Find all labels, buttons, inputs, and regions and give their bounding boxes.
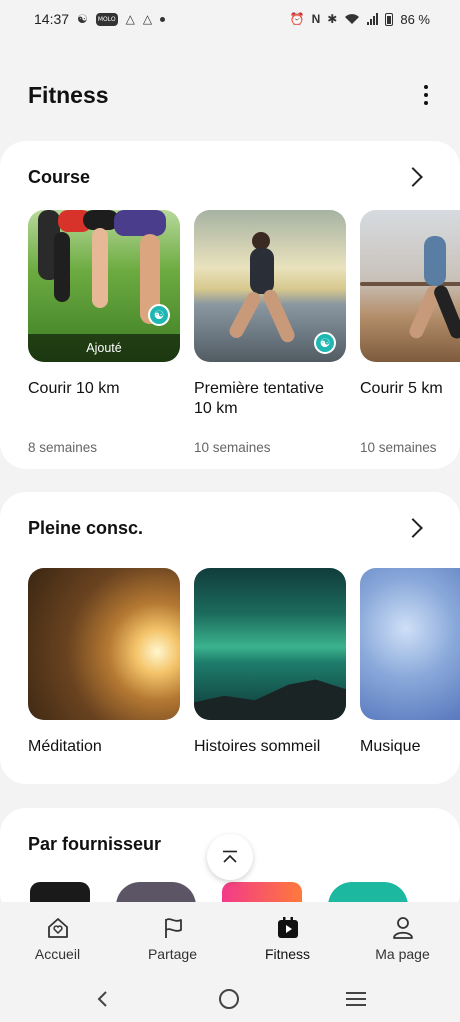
mindfulness-name: Musique	[360, 738, 421, 755]
nav-share[interactable]: Partage	[115, 902, 230, 970]
mindfulness-name: Méditation	[28, 738, 102, 755]
running-thumbnail: Ajouté ☯	[28, 210, 180, 362]
course-tile[interactable]: Ajouté ☯ Courir 10 km 8 semaines	[28, 210, 180, 455]
course-duration: 8 semaines	[28, 440, 98, 455]
samsung-health-badge-icon: ☯	[314, 332, 336, 354]
signal-icon	[367, 13, 379, 25]
mindfulness-tile[interactable]: Histoires sommeil	[194, 568, 346, 757]
drive-icon: △	[142, 12, 153, 26]
system-navigation	[0, 976, 460, 1022]
course-title: Course	[28, 166, 91, 187]
samsung-health-badge-icon: ☯	[148, 304, 170, 326]
status-bar: 14:37 ☯ MOLO △ △ ⏰ N ✱ 86 %	[0, 0, 460, 38]
course-name: Première tentative 10 km	[194, 380, 324, 417]
course-duration: 10 semaines	[360, 440, 437, 455]
sleep-stories-thumbnail	[194, 568, 346, 720]
music-thumbnail	[360, 568, 460, 720]
home-heart-icon	[44, 914, 72, 942]
drive-icon: △	[125, 12, 135, 26]
mindfulness-name: Histoires sommeil	[194, 738, 321, 755]
course-duration: 10 semaines	[194, 440, 271, 455]
nav-fitness[interactable]: Fitness	[230, 902, 345, 970]
scroll-to-top-button[interactable]	[207, 834, 253, 880]
nav-label: Ma page	[375, 946, 430, 962]
nav-label: Partage	[147, 946, 198, 962]
mindfulness-tile[interactable]: Musique	[360, 568, 460, 757]
course-section: Course Ajouté ☯ Courir 10 km 8 semaines	[0, 141, 460, 469]
providers-title: Par fournisseur	[28, 833, 162, 854]
yoga-icon: ☯	[77, 12, 88, 26]
app-pill: MOLO	[95, 12, 118, 26]
status-time: 14:37	[34, 11, 70, 27]
bluetooth-icon: ✱	[327, 12, 338, 26]
battery-level: 86 %	[400, 11, 430, 27]
mindfulness-tile[interactable]: Méditation	[28, 568, 180, 757]
nav-label: Accueil	[34, 946, 81, 962]
nav-home[interactable]: Accueil	[0, 902, 115, 970]
meditation-thumbnail	[28, 568, 180, 720]
course-tile[interactable]: ☯ Première tentative 10 km 10 semaines	[194, 210, 346, 455]
nav-label: Fitness	[264, 946, 311, 962]
notification-dot	[160, 16, 166, 22]
back-icon[interactable]	[93, 989, 113, 1009]
more-vertical-icon[interactable]	[416, 83, 436, 107]
mindfulness-section: Pleine consc. Méditation Histoires somme…	[0, 492, 460, 784]
fitness-play-icon	[274, 914, 302, 942]
page-title: Fitness	[28, 81, 109, 108]
person-icon	[389, 914, 417, 942]
battery-icon	[385, 12, 394, 26]
home-icon[interactable]	[218, 988, 240, 1010]
added-label: Ajouté	[28, 334, 180, 362]
course-name: Courir 10 km	[28, 380, 120, 397]
running-thumbnail: ☯	[194, 210, 346, 362]
course-header[interactable]: Course	[28, 163, 423, 191]
app-header: Fitness	[28, 70, 436, 120]
course-tile[interactable]: Courir 5 km 10 semaines	[360, 210, 460, 455]
course-name: Courir 5 km	[360, 380, 443, 397]
wifi-icon	[345, 14, 360, 24]
nfc-icon: N	[311, 12, 321, 26]
chevron-up-icon	[223, 850, 237, 863]
recents-icon[interactable]	[345, 989, 367, 1009]
chevron-right-icon[interactable]	[403, 518, 423, 538]
chevron-right-icon[interactable]	[403, 167, 423, 187]
mindfulness-header[interactable]: Pleine consc.	[28, 514, 423, 542]
flag-icon	[159, 914, 187, 942]
nav-my-page[interactable]: Ma page	[345, 902, 460, 970]
running-thumbnail	[360, 210, 460, 362]
mindfulness-title: Pleine consc.	[28, 517, 144, 538]
bottom-navigation: Accueil Partage Fitness Ma page	[0, 902, 460, 970]
alarm-icon: ⏰	[289, 12, 305, 26]
